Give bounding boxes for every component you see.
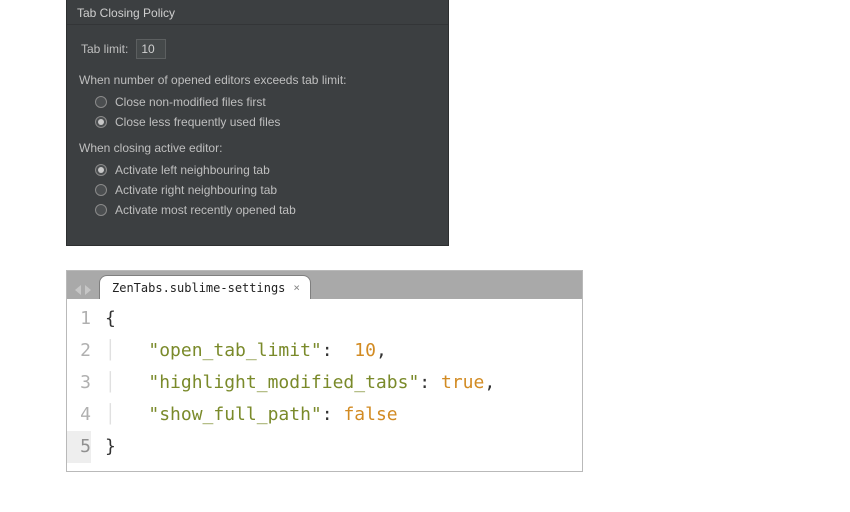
- tab-limit-input[interactable]: [136, 39, 166, 59]
- tab-limit-label: Tab limit:: [81, 42, 128, 56]
- code-val: false: [343, 404, 397, 425]
- code-brace-close: }: [105, 436, 116, 457]
- chevron-right-icon[interactable]: [85, 285, 91, 295]
- radio-icon: [95, 116, 107, 128]
- tab-nav-arrows: [67, 285, 99, 299]
- closing-options: Activate left neighbouring tab Activate …: [79, 161, 436, 225]
- panel-body: Tab limit: When number of opened editors…: [67, 25, 448, 245]
- code-key: "show_full_path": [148, 404, 321, 425]
- radio-icon: [95, 184, 107, 196]
- code-key: "open_tab_limit": [148, 340, 321, 361]
- radio-icon: [95, 204, 107, 216]
- opt-label: Activate right neighbouring tab: [115, 183, 277, 197]
- opt-activate-recent[interactable]: Activate most recently opened tab: [95, 203, 436, 217]
- opt-activate-right[interactable]: Activate right neighbouring tab: [95, 183, 436, 197]
- line-number: 5: [67, 431, 91, 463]
- panel-title: Tab Closing Policy: [67, 0, 448, 25]
- closing-heading: When closing active editor:: [79, 137, 436, 161]
- opt-close-nonmodified[interactable]: Close non-modified files first: [95, 95, 436, 109]
- code-area[interactable]: 1 2 3 4 5 { │ "open_tab_limit": 10, │ "h…: [67, 299, 582, 471]
- opt-label: Close less frequently used files: [115, 115, 280, 129]
- close-icon[interactable]: ×: [293, 281, 300, 294]
- opt-label: Activate most recently opened tab: [115, 203, 296, 217]
- line-number: 4: [67, 399, 91, 431]
- opt-label: Close non-modified files first: [115, 95, 266, 109]
- code-editor: ZenTabs.sublime-settings × 1 2 3 4 5 { │…: [66, 270, 583, 472]
- tab-closing-policy-panel: Tab Closing Policy Tab limit: When numbe…: [66, 0, 449, 246]
- line-number: 1: [67, 303, 91, 335]
- tab-bar: ZenTabs.sublime-settings ×: [67, 271, 582, 299]
- code-key: "highlight_modified_tabs": [148, 372, 419, 393]
- line-gutter: 1 2 3 4 5: [67, 303, 99, 471]
- code-val: true: [441, 372, 484, 393]
- tab-zentabs-settings[interactable]: ZenTabs.sublime-settings ×: [99, 275, 311, 299]
- radio-icon: [95, 96, 107, 108]
- exceed-heading: When number of opened editors exceeds ta…: [79, 69, 436, 93]
- tab-label: ZenTabs.sublime-settings: [112, 281, 285, 295]
- line-number: 3: [67, 367, 91, 399]
- opt-activate-left[interactable]: Activate left neighbouring tab: [95, 163, 436, 177]
- radio-icon: [95, 164, 107, 176]
- opt-close-less-frequent[interactable]: Close less frequently used files: [95, 115, 436, 129]
- code-brace-open: {: [105, 308, 116, 329]
- chevron-left-icon[interactable]: [75, 285, 81, 295]
- line-number: 2: [67, 335, 91, 367]
- tab-limit-row: Tab limit:: [79, 33, 436, 69]
- code-content[interactable]: { │ "open_tab_limit": 10, │ "highlight_m…: [99, 303, 495, 471]
- opt-label: Activate left neighbouring tab: [115, 163, 270, 177]
- exceed-options: Close non-modified files first Close les…: [79, 93, 436, 137]
- code-val: 10: [354, 340, 376, 361]
